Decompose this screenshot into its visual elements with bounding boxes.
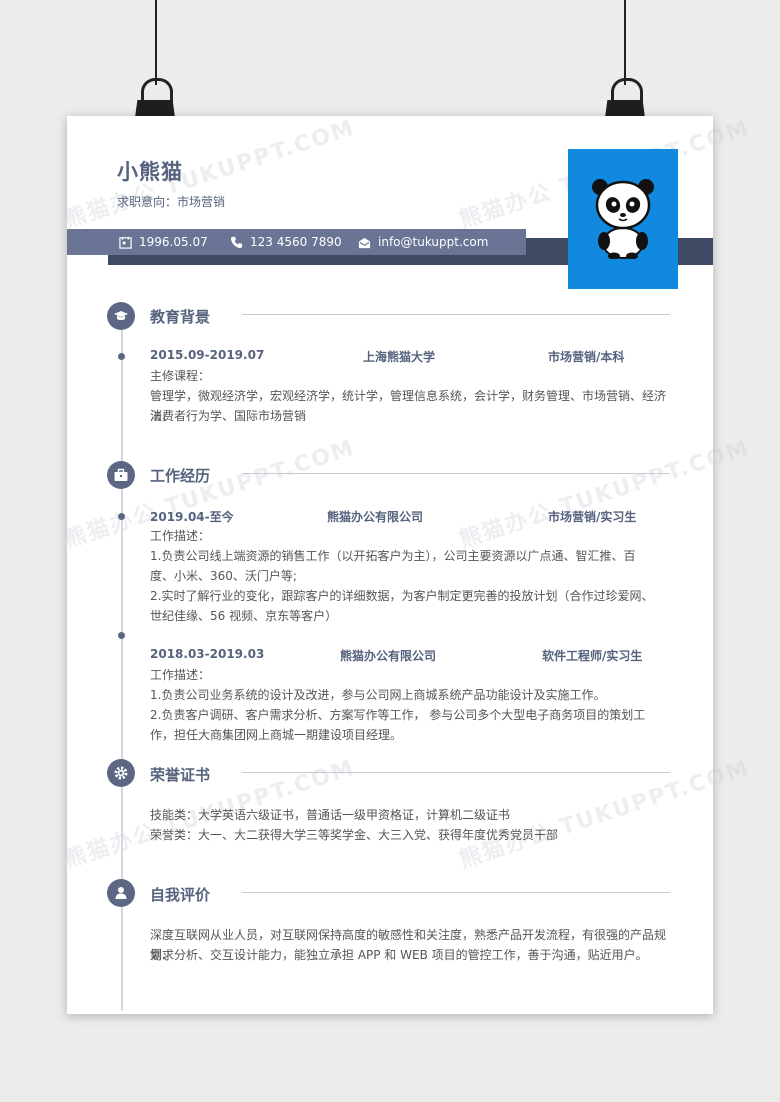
job-desc-line: 度、小米、360、沃门户等; xyxy=(150,569,297,583)
job-desc-line: 2.负责客户调研、客户需求分析、方案写作等工作， 参与公司多个大型电子商务项目的… xyxy=(150,708,646,722)
hanging-string-right xyxy=(624,0,626,85)
section-divider xyxy=(242,892,670,893)
candidate-name: 小熊猫 xyxy=(117,160,183,184)
timeline-dot xyxy=(118,632,125,639)
job-desc-label: 工作描述： xyxy=(150,668,211,682)
email-address[interactable]: info@tukuppt.com xyxy=(378,235,488,249)
contact-bar: 1996.05.07 123 4560 7890 info@tukuppt.co… xyxy=(67,229,526,255)
job-intent: 求职意向：市场营销 xyxy=(117,195,226,209)
honors-section-icon xyxy=(107,759,135,787)
job-desc-line: 2.实时了解行业的变化，跟踪客户的详细数据，为客户制定更完善的投放计划（合作过珍… xyxy=(150,589,654,603)
education-period: 2015.09-2019.07 xyxy=(150,348,265,362)
job-role: 软件工程师/实习生 xyxy=(542,649,643,663)
job-period: 2018.03-2019.03 xyxy=(150,647,265,661)
gear-icon xyxy=(114,766,128,780)
email-icon xyxy=(358,237,371,248)
hanging-string-left xyxy=(155,0,157,85)
phone-number: 123 4560 7890 xyxy=(250,235,342,249)
section-divider xyxy=(242,473,670,474)
education-course-label: 主修课程： xyxy=(150,369,211,383)
job-desc-line: 1.负责公司线上端资源的销售工作（以开拓客户为主），公司主要资源以广点通、智汇推… xyxy=(150,549,636,563)
briefcase-icon xyxy=(114,468,128,481)
education-title: 教育背景 xyxy=(150,308,211,326)
watermark: 熊猫办公 TUKUPPT.COM xyxy=(61,115,359,234)
job-period: 2019.04-至今 xyxy=(150,510,234,524)
phone-icon xyxy=(230,236,243,248)
education-major: 市场营销/本科 xyxy=(548,350,625,364)
work-title: 工作经历 xyxy=(150,467,211,485)
work-section-icon xyxy=(107,461,135,489)
job-company: 熊猫办公有限公司 xyxy=(327,510,424,524)
timeline-dot xyxy=(118,513,125,520)
phone-item: 123 4560 7890 xyxy=(230,229,342,255)
honors-title: 荣誉证书 xyxy=(150,766,211,784)
education-school: 上海熊猫大学 xyxy=(363,350,436,364)
birth-item: 1996.05.07 xyxy=(119,229,208,255)
section-divider xyxy=(242,314,670,315)
job-desc-label: 工作描述： xyxy=(150,529,211,543)
calendar-icon xyxy=(119,236,132,249)
job-company: 熊猫办公有限公司 xyxy=(340,649,437,663)
job-role: 市场营销/实习生 xyxy=(548,510,637,524)
email-item[interactable]: info@tukuppt.com xyxy=(358,229,488,255)
education-course-line: 消费者行为学、国际市场营销 xyxy=(150,409,307,423)
graduation-cap-icon xyxy=(114,311,128,321)
birth-date: 1996.05.07 xyxy=(139,235,208,249)
resume-page: 熊猫办公 TUKUPPT.COM 熊猫办公 TUKUPPT.COM 熊猫办公 T… xyxy=(61,116,753,1014)
profile-photo xyxy=(568,149,678,289)
self-title: 自我评价 xyxy=(150,886,211,904)
education-section-icon xyxy=(107,302,135,330)
job-desc-line: 1.负责公司业务系统的设计及改进，参与公司网上商城系统产品功能设计及实施工作。 xyxy=(150,688,606,702)
section-divider xyxy=(242,772,670,773)
self-eval-line: 需求分析、交互设计能力，能独立承担 APP 和 WEB 项目的管控工作，善于沟通… xyxy=(150,948,648,962)
honors-line: 技能类：大学英语六级证书，普通话一级甲资格证，计算机二级证书 xyxy=(150,808,511,822)
job-desc-line: 世纪佳缘、56 视频、京东等客户） xyxy=(150,609,338,623)
person-icon xyxy=(115,887,127,899)
honors-line: 荣誉类：大一、大二获得大学三等奖学金、大三入党、获得年度优秀党员干部 xyxy=(150,828,559,842)
timeline-dot xyxy=(118,353,125,360)
panda-avatar-icon xyxy=(592,179,654,259)
job-desc-line: 作，担任大商集团网上商城一期建设项目经理。 xyxy=(150,728,403,742)
self-section-icon xyxy=(107,879,135,907)
